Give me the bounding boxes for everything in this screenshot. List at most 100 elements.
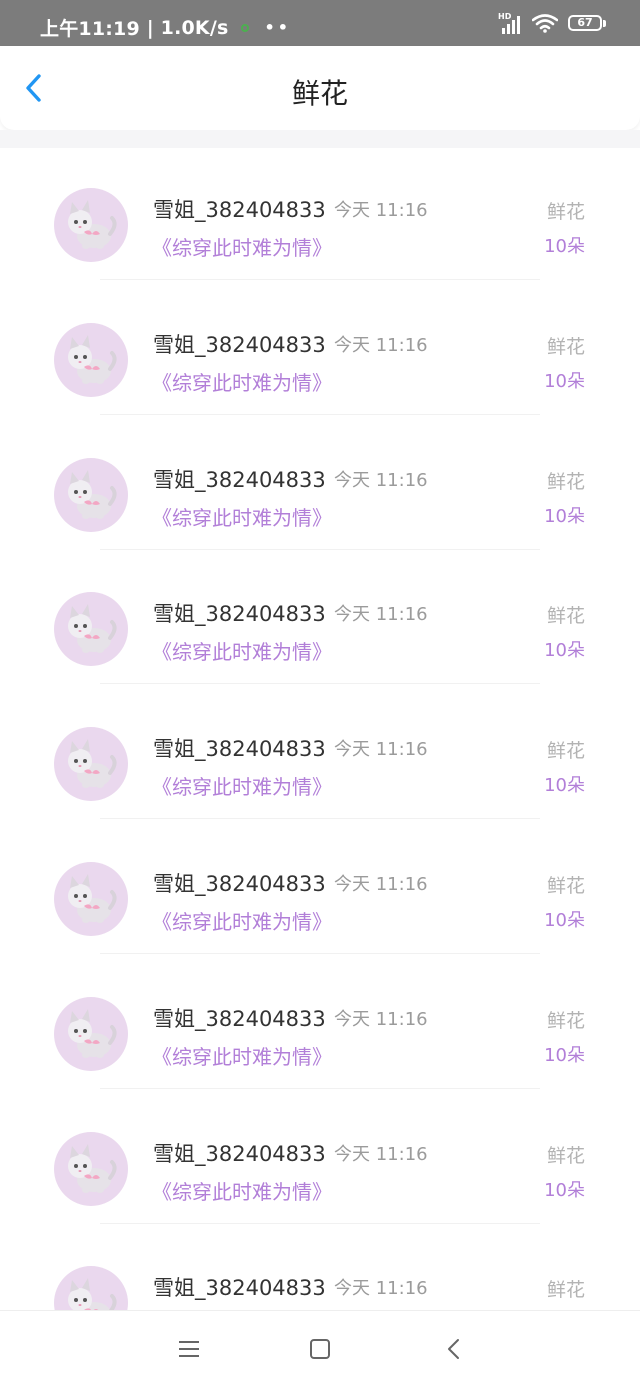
timestamp: 今天 11:16 — [334, 1143, 428, 1165]
book-title-link[interactable]: 《综穿此时难为情》 — [152, 906, 332, 935]
avatar[interactable] — [54, 727, 128, 802]
status-time: 上午11:19 — [40, 18, 140, 40]
wifi-icon — [532, 14, 558, 33]
gift-count: 10朵 — [544, 910, 585, 931]
avatar[interactable] — [54, 322, 128, 397]
status-right: HD 67 — [498, 12, 606, 34]
gift-count: 10朵 — [544, 1179, 585, 1201]
nav-back-button[interactable] — [440, 1335, 468, 1363]
list-item[interactable]: 雪姐_382404833 今天 11:16 《综穿此时难为情》 鲜花 10朵 — [0, 552, 640, 687]
timestamp: 今天 11:16 — [334, 200, 428, 221]
battery-level: 67 — [568, 15, 602, 31]
list-item[interactable]: 雪姐_382404833 今天 11:16 《综穿此时难为情》 鲜花 10朵 — [0, 687, 640, 822]
menu-button[interactable] — [175, 1335, 203, 1363]
status-speed: 1.0K/s — [160, 16, 229, 39]
avatar[interactable] — [54, 457, 128, 532]
cat-avatar-icon — [68, 1008, 117, 1058]
divider — [100, 1222, 540, 1224]
list-item[interactable]: 雪姐_382404833 今天 11:16 《综穿此时难为情》 鲜花 10朵 — [0, 418, 640, 553]
username[interactable]: 雪姐_382404833 — [153, 868, 326, 898]
cat-avatar-icon — [68, 200, 117, 249]
header-gap — [0, 130, 640, 148]
home-button[interactable] — [306, 1335, 334, 1363]
gift-count: 10朵 — [544, 640, 585, 662]
gift-type: 鲜花 — [546, 1279, 585, 1302]
username[interactable]: 雪姐_382404833 — [153, 464, 326, 494]
system-nav-bar — [0, 1310, 640, 1388]
avatar[interactable] — [54, 1131, 128, 1206]
gift-count: 10朵 — [544, 505, 585, 527]
gift-list[interactable]: 雪姐_382404833 今天 11:16 《综穿此时难为情》 鲜花 10朵 雪… — [0, 148, 640, 1310]
gift-count: 10朵 — [544, 370, 585, 392]
divider — [100, 818, 540, 820]
status-dots: •• — [264, 18, 291, 37]
home-square-icon — [310, 1339, 330, 1359]
list-item[interactable]: 雪姐_382404833 今天 11:16 鲜花 — [0, 1226, 640, 1310]
timestamp: 今天 11:16 — [334, 874, 428, 895]
gift-type: 鲜花 — [546, 1144, 585, 1167]
book-title-link[interactable]: 《综穿此时难为情》 — [152, 367, 332, 396]
gift-type: 鲜花 — [546, 470, 585, 493]
divider — [100, 279, 540, 280]
list-item[interactable]: 雪姐_382404833 今天 11:16 《综穿此时难为情》 鲜花 10朵 — [0, 1092, 640, 1227]
username[interactable]: 雪姐_382404833 — [153, 1272, 326, 1302]
gift-count: 10朵 — [544, 1044, 585, 1066]
timestamp: 今天 11:16 — [334, 604, 428, 626]
battery-icon: 67 — [568, 15, 606, 31]
username[interactable]: 雪姐_382404833 — [153, 598, 326, 628]
divider — [100, 953, 540, 954]
avatar[interactable] — [54, 862, 128, 936]
list-item[interactable]: 雪姐_382404833 今天 11:16 《综穿此时难为情》 鲜花 10朵 — [0, 148, 640, 283]
avatar[interactable] — [54, 592, 128, 667]
divider — [100, 1087, 540, 1089]
username[interactable]: 雪姐_382404833 — [153, 1138, 326, 1168]
timestamp: 今天 11:16 — [334, 334, 428, 356]
avatar[interactable] — [54, 1266, 128, 1310]
username[interactable]: 雪姐_382404833 — [153, 329, 326, 359]
list-item[interactable]: 雪姐_382404833 今天 11:16 《综穿此时难为情》 鲜花 10朵 — [0, 283, 640, 418]
timestamp: 今天 11:16 — [334, 739, 428, 761]
book-title-link[interactable]: 《综穿此时难为情》 — [152, 771, 332, 800]
book-title-link[interactable]: 《综穿此时难为情》 — [152, 1176, 332, 1205]
cat-avatar-icon — [68, 604, 117, 654]
notification-dot-icon — [240, 23, 249, 32]
cat-avatar-icon — [68, 334, 117, 384]
divider — [100, 683, 540, 685]
divider — [100, 413, 540, 415]
gift-type: 鲜花 — [546, 875, 585, 897]
cat-avatar-icon — [68, 1278, 117, 1310]
username[interactable]: 雪姐_382404833 — [153, 1003, 326, 1033]
book-title-link[interactable]: 《综穿此时难为情》 — [152, 1041, 332, 1070]
timestamp: 今天 11:16 — [334, 1008, 428, 1030]
gift-count: 10朵 — [544, 775, 585, 797]
menu-icon — [179, 1341, 199, 1357]
page-title: 鲜花 — [291, 77, 348, 110]
gift-type: 鲜花 — [546, 1009, 585, 1032]
status-bar: 上午11:19 | 1.0K/s •• HD 67 — [0, 0, 640, 46]
timestamp: 今天 11:16 — [334, 1278, 428, 1300]
gift-type: 鲜花 — [546, 335, 585, 358]
book-title-link[interactable]: 《综穿此时难为情》 — [152, 232, 332, 261]
book-title-link[interactable]: 《综穿此时难为情》 — [152, 502, 332, 531]
gift-type: 鲜花 — [546, 740, 585, 763]
username[interactable]: 雪姐_382404833 — [153, 733, 326, 763]
gift-type: 鲜花 — [546, 201, 585, 223]
divider — [100, 548, 540, 550]
avatar[interactable] — [54, 996, 128, 1071]
status-separator: | — [139, 16, 161, 39]
cat-avatar-icon — [68, 739, 117, 789]
cat-avatar-icon — [68, 874, 117, 923]
list-item[interactable]: 雪姐_382404833 今天 11:16 《综穿此时难为情》 鲜花 10朵 — [0, 822, 640, 957]
cat-avatar-icon — [68, 1143, 117, 1193]
timestamp: 今天 11:16 — [334, 469, 428, 491]
gift-count: 10朵 — [544, 236, 585, 257]
signal-icon: HD — [498, 12, 522, 34]
status-left: 上午11:19 | 1.0K/s •• — [40, 14, 291, 41]
header: 鲜花 — [0, 46, 640, 130]
back-triangle-icon — [448, 1339, 459, 1359]
book-title-link[interactable]: 《综穿此时难为情》 — [152, 636, 332, 665]
avatar[interactable] — [54, 188, 128, 262]
list-item[interactable]: 雪姐_382404833 今天 11:16 《综穿此时难为情》 鲜花 10朵 — [0, 957, 640, 1092]
gift-type: 鲜花 — [546, 605, 585, 628]
username[interactable]: 雪姐_382404833 — [153, 194, 326, 224]
